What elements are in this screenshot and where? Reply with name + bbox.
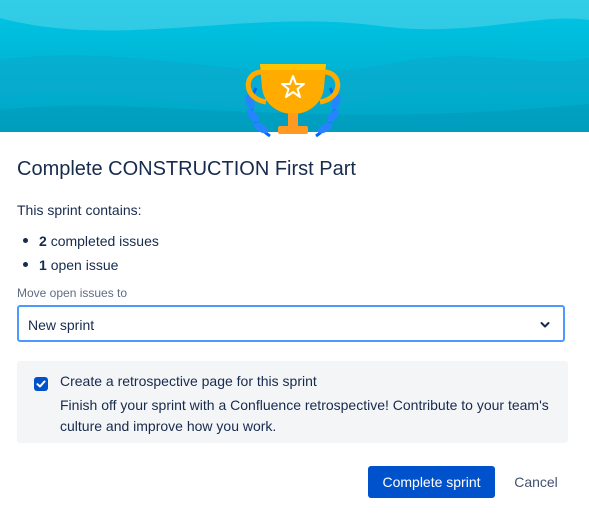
trophy-icon (236, 58, 350, 142)
sprint-summary-intro: This sprint contains: (17, 202, 142, 218)
retrospective-panel: Create a retrospective page for this spr… (17, 361, 568, 443)
checkmark-icon (36, 380, 46, 388)
move-issues-select-value: New sprint (28, 317, 95, 333)
dialog-title: Complete CONSTRUCTION First Part (17, 158, 356, 180)
cancel-button[interactable]: Cancel (506, 466, 566, 498)
list-item: 1 open issue (17, 255, 159, 279)
complete-sprint-button[interactable]: Complete sprint (368, 466, 495, 498)
completed-issues-count: 2 (39, 233, 47, 249)
bullet-icon (23, 238, 28, 243)
bullet-icon (23, 262, 28, 267)
issue-summary-list: 2 completed issues 1 open issue (17, 231, 159, 279)
open-issues-count: 1 (39, 257, 47, 273)
move-issues-label: Move open issues to (17, 286, 128, 300)
move-issues-select[interactable]: New sprint (17, 305, 565, 342)
chevron-down-icon (540, 322, 550, 328)
retrospective-description: Finish off your sprint with a Confluence… (60, 397, 549, 434)
retrospective-title: Create a retrospective page for this spr… (60, 373, 317, 389)
retrospective-checkbox[interactable] (34, 377, 48, 391)
list-item: 2 completed issues (17, 231, 159, 255)
completed-issues-label: completed issues (50, 233, 159, 249)
open-issues-label: open issue (50, 257, 119, 273)
complete-sprint-dialog: Complete CONSTRUCTION First Part This sp… (0, 0, 589, 517)
